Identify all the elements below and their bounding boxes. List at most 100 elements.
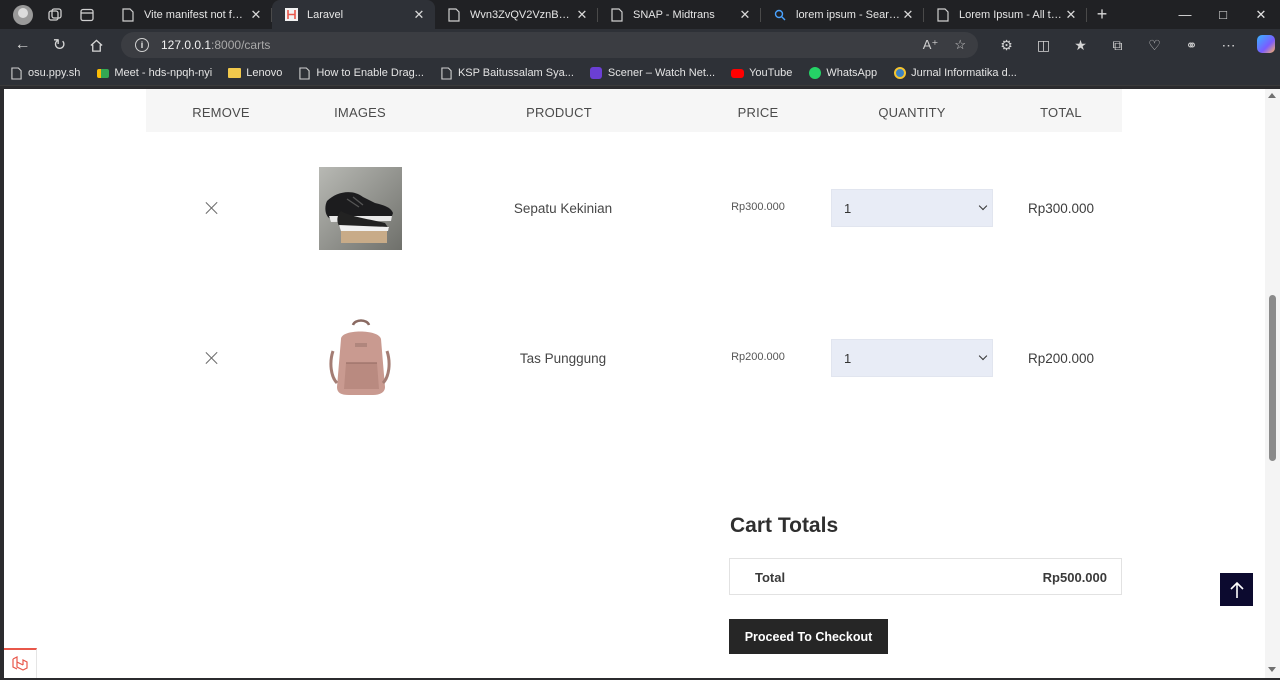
- site-info-icon[interactable]: i: [135, 38, 149, 52]
- bookmark-item[interactable]: Scener – Watch Net...: [590, 67, 715, 80]
- browser-tab[interactable]: lorem ipsum - Search ✕: [761, 0, 924, 29]
- scroll-up-arrow[interactable]: [1268, 93, 1276, 98]
- header-quantity: QUANTITY: [878, 105, 946, 120]
- close-tab-icon[interactable]: ✕: [248, 7, 264, 23]
- new-tab-button[interactable]: +: [1087, 4, 1117, 25]
- header-price: PRICE: [737, 105, 779, 120]
- header-remove: REMOVE: [192, 105, 250, 120]
- remove-item-icon[interactable]: [205, 201, 219, 215]
- quantity-value: 1: [844, 350, 852, 366]
- profile-button[interactable]: [7, 1, 39, 29]
- minimize-button[interactable]: —: [1166, 7, 1204, 23]
- bookmark-label: Lenovo: [246, 67, 283, 79]
- bookmark-label: KSP Baitussalam Sya...: [457, 67, 574, 79]
- page-icon: [440, 66, 453, 80]
- scroll-to-top-button[interactable]: [1220, 573, 1253, 606]
- browser-toolbar: ← ↻ i 127.0.0.1:8000/carts A⁺ ☆ ⚙ ◫ ★ ⧉ …: [0, 29, 1280, 61]
- cart-table-header: REMOVE IMAGES PRODUCT PRICE QUANTITY TOT…: [146, 89, 1122, 132]
- bookmark-item[interactable]: WhatsApp: [808, 67, 877, 80]
- proceed-to-checkout-button[interactable]: Proceed To Checkout: [729, 619, 888, 654]
- chevron-down-icon: [978, 351, 988, 361]
- chevron-down-icon: [978, 201, 988, 211]
- cart-totals-table: Total Rp500.000: [729, 558, 1122, 595]
- laravel-icon: [284, 8, 298, 22]
- bookmark-label: osu.ppy.sh: [28, 67, 81, 79]
- tab-title: Laravel: [307, 8, 344, 21]
- youtube-icon: [731, 67, 745, 80]
- maximize-button[interactable]: □: [1204, 7, 1242, 23]
- bookmark-item[interactable]: osu.ppy.sh: [10, 66, 81, 80]
- collections-icon[interactable]: ⧉: [1099, 37, 1136, 54]
- bookmark-label: YouTube: [749, 67, 793, 79]
- scener-icon: [590, 67, 603, 80]
- bookmark-item[interactable]: KSP Baitussalam Sya...: [440, 66, 574, 80]
- browser-tab[interactable]: Vite manifest not found a✕: [109, 0, 272, 29]
- bookmark-item[interactable]: How to Enable Drag...: [298, 66, 424, 80]
- whatsapp-icon: [808, 67, 821, 80]
- close-tab-icon[interactable]: ✕: [574, 7, 590, 23]
- browser-tab[interactable]: Laravel ✕: [272, 0, 435, 29]
- laravel-debug-badge[interactable]: [4, 648, 37, 678]
- bookmark-item[interactable]: Lenovo: [228, 67, 282, 80]
- search-icon: [773, 8, 787, 22]
- tab-title: Wvn3ZvQV2VznBnqzZxIE: [470, 8, 574, 21]
- product-name[interactable]: Sepatu Kekinian: [514, 201, 612, 216]
- bookmark-item[interactable]: YouTube: [731, 67, 792, 80]
- header-product: PRODUCT: [526, 105, 592, 120]
- read-aloud-icon[interactable]: A⁺: [923, 37, 939, 53]
- url-path: :8000/carts: [211, 38, 271, 52]
- browser-tab[interactable]: Lorem Ipsum - All the fac✕: [924, 0, 1087, 29]
- arrow-up-icon: [1229, 581, 1244, 598]
- favorites-icon[interactable]: ★: [1062, 37, 1099, 54]
- refresh-button[interactable]: ↻: [41, 29, 78, 61]
- folder-icon: [228, 67, 242, 80]
- url-host: 127.0.0.1: [161, 38, 212, 52]
- bookmark-item[interactable]: Jurnal Informatika d...: [893, 67, 1017, 80]
- page-scrollbar[interactable]: [1265, 89, 1280, 678]
- close-tab-icon[interactable]: ✕: [1063, 7, 1079, 23]
- avatar: [13, 4, 33, 25]
- bookmark-label: Scener – Watch Net...: [607, 67, 716, 79]
- more-menu-icon[interactable]: ⋯: [1210, 37, 1247, 54]
- bookmark-item[interactable]: Meet - hds-npqh-nyi: [96, 67, 212, 80]
- page-icon: [121, 7, 135, 22]
- browser-tab[interactable]: SNAP - Midtrans ✕: [598, 0, 761, 29]
- close-tab-icon[interactable]: ✕: [411, 7, 427, 23]
- scrollbar-thumb[interactable]: [1269, 295, 1276, 461]
- page-viewport: REMOVE IMAGES PRODUCT PRICE QUANTITY TOT…: [4, 89, 1265, 678]
- browser-essentials-icon[interactable]: ♡: [1136, 37, 1173, 54]
- favorite-star-icon[interactable]: ☆: [954, 37, 966, 53]
- performance-icon[interactable]: ⚭: [1173, 37, 1210, 54]
- address-bar[interactable]: i 127.0.0.1:8000/carts A⁺ ☆: [121, 32, 978, 58]
- remove-item-icon[interactable]: [205, 351, 219, 365]
- home-button[interactable]: [78, 29, 115, 61]
- page-icon: [298, 66, 311, 80]
- total-amount: Rp500.000: [1042, 570, 1107, 585]
- extensions-icon[interactable]: ⚙: [988, 37, 1025, 54]
- close-tab-icon[interactable]: ✕: [737, 7, 753, 23]
- copilot-icon[interactable]: [1247, 34, 1280, 56]
- tab-title: lorem ipsum - Search: [796, 8, 900, 21]
- close-tab-icon[interactable]: ✕: [900, 7, 916, 23]
- product-image-sneaker: [319, 167, 402, 250]
- meet-icon: [96, 67, 109, 80]
- journal-icon: [893, 67, 906, 80]
- page-icon: [936, 7, 950, 22]
- tab-title: SNAP - Midtrans: [633, 8, 715, 21]
- bookmark-label: Jurnal Informatika d...: [911, 67, 1017, 79]
- close-window-button[interactable]: ✕: [1242, 7, 1280, 23]
- workspaces-icon[interactable]: [39, 1, 71, 29]
- browser-tab-strip: Vite manifest not found a✕Laravel✕Wvn3Zv…: [0, 0, 1280, 29]
- split-screen-icon[interactable]: ◫: [1025, 37, 1062, 54]
- quantity-select[interactable]: 1: [831, 189, 993, 227]
- tab-title: Vite manifest not found a: [144, 8, 248, 21]
- header-total: TOTAL: [1040, 105, 1082, 120]
- quantity-select[interactable]: 1: [831, 339, 993, 377]
- page-icon: [447, 7, 461, 22]
- product-name[interactable]: Tas Punggung: [520, 351, 606, 366]
- back-button[interactable]: ←: [4, 29, 41, 61]
- tab-actions-icon[interactable]: [71, 1, 103, 29]
- browser-tab[interactable]: Wvn3ZvQV2VznBnqzZxIE✕: [435, 0, 598, 29]
- scroll-down-arrow[interactable]: [1268, 667, 1276, 672]
- cart-totals-title: Cart Totals: [730, 514, 839, 537]
